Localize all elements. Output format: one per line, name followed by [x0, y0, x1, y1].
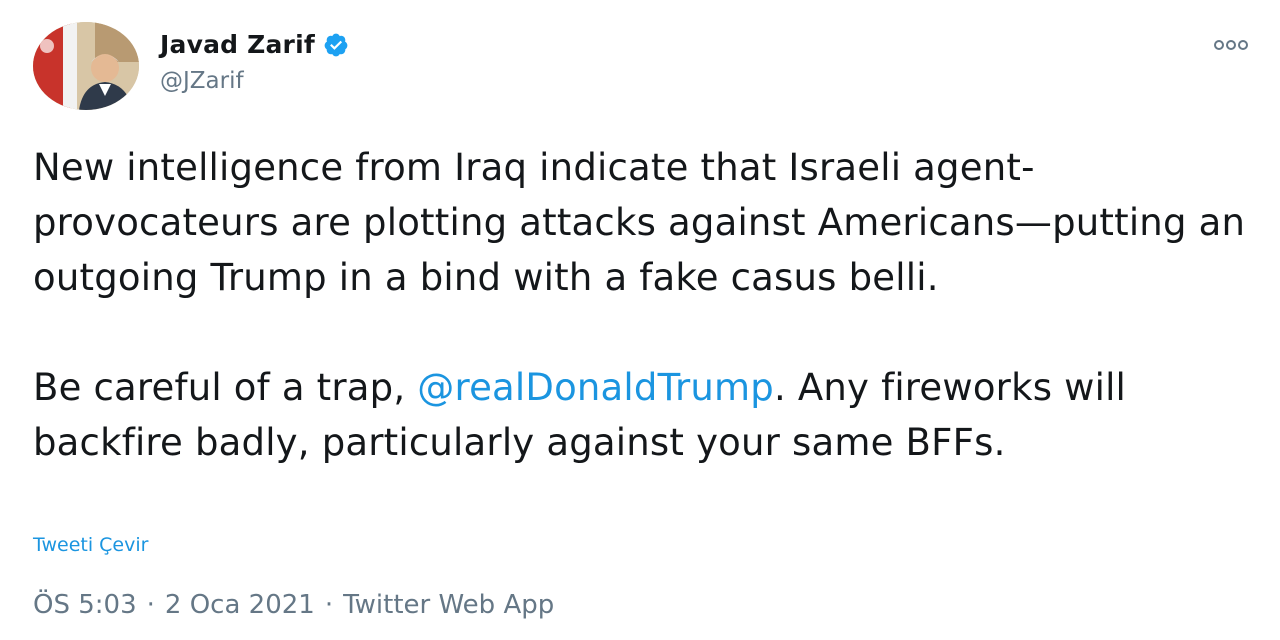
tweet-card: Javad Zarif @JZarif New intelligence fro…	[0, 0, 1280, 640]
author-name-row: Javad Zarif	[160, 30, 349, 59]
author-display-name[interactable]: Javad Zarif	[160, 30, 315, 59]
tweet-metadata: ÖS 5:03 · 2 Oca 2021 · Twitter Web App	[33, 590, 554, 620]
tweet-source-link[interactable]: Twitter Web App	[343, 590, 554, 620]
tweet-text: New intelligence from Iraq indicate that…	[33, 140, 1253, 470]
avatar-image	[33, 22, 139, 110]
tweet-paragraph-1: New intelligence from Iraq indicate that…	[33, 146, 1246, 299]
mention-link[interactable]: @realDonaldTrump	[417, 366, 774, 409]
avatar[interactable]	[33, 22, 139, 110]
author-handle[interactable]: @JZarif	[160, 68, 244, 94]
more-options-icon[interactable]	[1212, 36, 1250, 54]
meta-separator: ·	[146, 590, 155, 620]
translate-tweet-link[interactable]: Tweeti Çevir	[33, 534, 148, 556]
tweet-paragraph-2: Be careful of a trap, @realDonaldTrump. …	[33, 360, 1253, 470]
tweet-paragraph-2-start: Be careful of a trap,	[33, 366, 418, 409]
tweet-time[interactable]: ÖS 5:03	[33, 590, 137, 620]
meta-separator: ·	[324, 590, 334, 620]
verified-badge-icon	[324, 33, 348, 56]
tweet-date[interactable]: 2 Oca 2021	[165, 590, 315, 620]
